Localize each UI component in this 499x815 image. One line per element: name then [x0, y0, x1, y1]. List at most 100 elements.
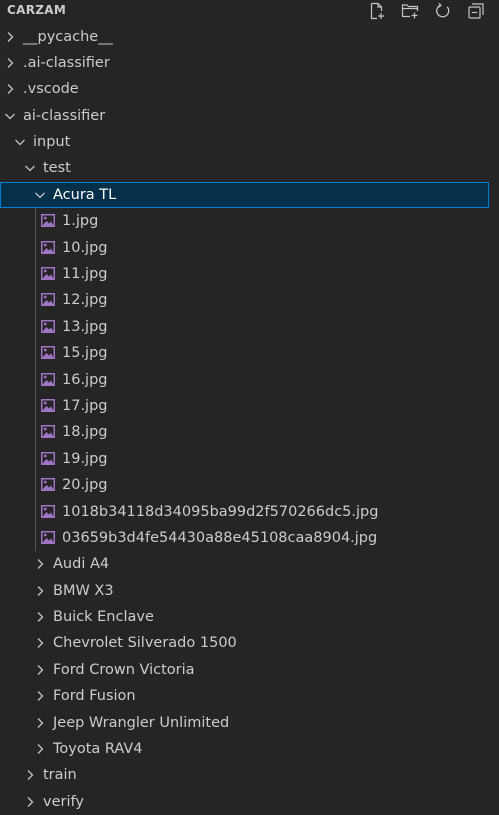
chevron-down-icon[interactable] — [4, 110, 16, 122]
explorer-tree: __pycache__.ai-classifier.vscodeai-class… — [0, 24, 499, 815]
explorer-actions — [353, 2, 485, 20]
tree-item-label: Jeep Wrangler Unlimited — [53, 710, 229, 736]
file-row-1-jpg[interactable]: 1.jpg — [0, 208, 499, 234]
tree-item-label: 10.jpg — [62, 235, 108, 261]
folder-row-verify[interactable]: verify — [0, 789, 499, 815]
tree-item-label: 12.jpg — [62, 287, 108, 313]
chevron-right-icon[interactable] — [34, 637, 46, 649]
tree-item-label: .vscode — [23, 76, 79, 102]
chevron-down-icon[interactable] — [14, 136, 26, 148]
tree-item-label: 18.jpg — [62, 419, 108, 445]
image-file-icon — [41, 452, 55, 465]
new-file-button[interactable] — [368, 2, 386, 20]
tree-item-label: test — [43, 155, 71, 181]
refresh-icon — [434, 2, 452, 20]
folder-row-toyota-rav4[interactable]: Toyota RAV4 — [0, 736, 499, 762]
folder-row-ford-crown-victoria[interactable]: Ford Crown Victoria — [0, 657, 499, 683]
tree-item-label: Buick Enclave — [53, 604, 154, 630]
folder-row-vscode[interactable]: .vscode — [0, 76, 499, 102]
tree-item-label: Ford Fusion — [53, 683, 136, 709]
chevron-right-icon[interactable] — [34, 717, 46, 729]
image-file-icon — [41, 505, 55, 518]
chevron-right-icon[interactable] — [4, 83, 16, 95]
folder-row-pycache[interactable]: __pycache__ — [0, 24, 499, 50]
chevron-right-icon[interactable] — [34, 690, 46, 702]
image-file-icon — [41, 214, 55, 227]
chevron-right-icon[interactable] — [34, 558, 46, 570]
image-file-icon — [41, 478, 55, 491]
image-file-icon — [41, 267, 55, 280]
tree-item-label: BMW X3 — [53, 578, 114, 604]
tree-item-label: 17.jpg — [62, 393, 108, 419]
folder-row-train[interactable]: train — [0, 762, 499, 788]
explorer-title: CARZAM — [7, 3, 66, 17]
folder-row-test[interactable]: test — [0, 155, 499, 181]
file-row-17-jpg[interactable]: 17.jpg — [0, 393, 499, 419]
tree-item-label: 03659b3d4fe54430a88e45108caa8904.jpg — [62, 525, 377, 551]
tree-item-label: 1018b34118d34095ba99d2f570266dc5.jpg — [62, 499, 378, 525]
chevron-right-icon[interactable] — [24, 796, 36, 808]
image-file-icon — [41, 399, 55, 412]
image-file-icon — [41, 320, 55, 333]
tree-item-label: .ai-classifier — [23, 50, 110, 76]
chevron-down-icon[interactable] — [24, 162, 36, 174]
collapse-all-button[interactable] — [467, 2, 485, 20]
folder-row-buick-enclave[interactable]: Buick Enclave — [0, 604, 499, 630]
chevron-right-icon[interactable] — [34, 743, 46, 755]
chevron-right-icon[interactable] — [24, 769, 36, 781]
file-row-19-jpg[interactable]: 19.jpg — [0, 446, 499, 472]
tree-item-label: input — [33, 129, 70, 155]
tree-item-label: 11.jpg — [62, 261, 108, 287]
collapse-all-icon — [467, 2, 485, 20]
tree-item-label: 15.jpg — [62, 340, 108, 366]
tree-item-label: Acura TL — [53, 182, 116, 208]
file-row-18-jpg[interactable]: 18.jpg — [0, 419, 499, 445]
image-file-icon — [41, 373, 55, 386]
file-row-16-jpg[interactable]: 16.jpg — [0, 367, 499, 393]
tree-item-label: verify — [43, 789, 84, 815]
image-file-icon — [41, 293, 55, 306]
tree-item-label: Toyota RAV4 — [53, 736, 143, 762]
chevron-right-icon[interactable] — [34, 585, 46, 597]
explorer-header: CARZAM — [0, 0, 499, 22]
file-row-03659b3d4fe54430a88e45108caa8904-jpg[interactable]: 03659b3d4fe54430a88e45108caa8904.jpg — [0, 525, 499, 551]
refresh-button[interactable] — [434, 2, 452, 20]
chevron-right-icon[interactable] — [4, 57, 16, 69]
file-row-10-jpg[interactable]: 10.jpg — [0, 235, 499, 261]
chevron-right-icon[interactable] — [4, 31, 16, 43]
new-file-icon — [368, 2, 386, 20]
folder-row-input[interactable]: input — [0, 129, 499, 155]
tree-item-label: 19.jpg — [62, 446, 108, 472]
file-row-20-jpg[interactable]: 20.jpg — [0, 472, 499, 498]
chevron-down-icon[interactable] — [34, 189, 46, 201]
tree-item-label: 1.jpg — [62, 208, 98, 234]
new-folder-button[interactable] — [401, 2, 419, 20]
file-row-13-jpg[interactable]: 13.jpg — [0, 314, 499, 340]
folder-row-ai-classifier[interactable]: ai-classifier — [0, 103, 499, 129]
folder-row-ford-fusion[interactable]: Ford Fusion — [0, 683, 499, 709]
file-row-11-jpg[interactable]: 11.jpg — [0, 261, 499, 287]
folder-row-bmw-x3[interactable]: BMW X3 — [0, 578, 499, 604]
tree-item-label: 20.jpg — [62, 472, 108, 498]
file-row-1018b34118d34095ba99d2f570266dc5-jpg[interactable]: 1018b34118d34095ba99d2f570266dc5.jpg — [0, 499, 499, 525]
folder-row-acura-tl[interactable]: Acura TL — [0, 182, 489, 208]
folder-row-chevrolet-silverado-1500[interactable]: Chevrolet Silverado 1500 — [0, 630, 499, 656]
tree-item-label: train — [43, 762, 77, 788]
new-folder-icon — [401, 2, 419, 20]
folder-row-audi-a4[interactable]: Audi A4 — [0, 551, 499, 577]
image-file-icon — [41, 425, 55, 438]
chevron-right-icon[interactable] — [34, 664, 46, 676]
file-row-12-jpg[interactable]: 12.jpg — [0, 287, 499, 313]
tree-item-label: 16.jpg — [62, 367, 108, 393]
folder-row-jeep-wrangler-unlimited[interactable]: Jeep Wrangler Unlimited — [0, 710, 499, 736]
image-file-icon — [41, 241, 55, 254]
tree-item-label: __pycache__ — [23, 24, 113, 50]
tree-item-label: Chevrolet Silverado 1500 — [53, 630, 237, 656]
chevron-right-icon[interactable] — [34, 611, 46, 623]
indent-guide — [35, 208, 36, 551]
file-row-15-jpg[interactable]: 15.jpg — [0, 340, 499, 366]
tree-item-label: Audi A4 — [53, 551, 109, 577]
folder-row-ai-classifier[interactable]: .ai-classifier — [0, 50, 499, 76]
image-file-icon — [41, 531, 55, 544]
image-file-icon — [41, 346, 55, 359]
